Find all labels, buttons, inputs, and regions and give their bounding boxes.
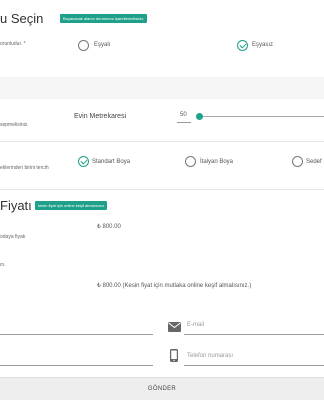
- radio-standard-paint-label[interactable]: Standart Boya: [92, 159, 130, 165]
- divider-1: [0, 141, 324, 142]
- radio-pearl-paint[interactable]: [292, 156, 303, 167]
- section-title-state: u Seçin: [0, 11, 44, 26]
- radio-standard-paint[interactable]: [78, 156, 89, 167]
- price-badge: kesin fiyat için online keşif almalısını…: [35, 201, 108, 210]
- radio-unfurnished-label[interactable]: Eşyasız: [252, 42, 273, 48]
- name-field-underline[interactable]: [0, 334, 153, 335]
- address-field-underline[interactable]: [0, 365, 153, 366]
- price-line1-value: ₺ 800.00: [97, 224, 121, 230]
- price-line1-hint: odaya fiyatı: [0, 234, 26, 240]
- price-line2-value: ₺ 800.00 (Kesin fiyat için mutlaka onlin…: [97, 283, 252, 289]
- phone-field-underline[interactable]: [184, 365, 324, 366]
- radio-furnished[interactable]: [78, 40, 89, 51]
- radio-pearl-paint-label[interactable]: Sedef: [306, 159, 322, 165]
- area-slider-handle[interactable]: [196, 113, 203, 120]
- phone-icon: [170, 349, 178, 362]
- radio-italian-paint-label[interactable]: İtalyan Boya: [200, 159, 233, 165]
- price-title: Fiyatı: [0, 198, 32, 213]
- radio-furnished-label[interactable]: Eşyalı: [94, 42, 110, 48]
- radio-unfurnished[interactable]: [237, 40, 248, 51]
- area-value: 50: [180, 112, 187, 118]
- area-value-underline: [177, 122, 191, 123]
- area-hint: sepmelisiniz.: [0, 122, 29, 128]
- area-slider-track[interactable]: [200, 116, 324, 117]
- area-label: Evin Metrekaresi: [74, 113, 127, 120]
- envelope-icon: [168, 319, 181, 332]
- phone-input[interactable]: Telefon numarası: [187, 353, 233, 359]
- paint-hint: eklerinden birini tercih: [0, 165, 49, 171]
- email-field-underline[interactable]: [184, 334, 324, 335]
- state-badge: Boyanacak alanın durumunu işaretlemelisi…: [60, 14, 148, 23]
- email-input[interactable]: E-mail: [187, 322, 204, 328]
- divider-2: [0, 189, 324, 190]
- section-divider-band: [0, 77, 324, 99]
- price-line2-hint: ın.: [0, 262, 6, 268]
- radio-italian-paint[interactable]: [185, 156, 196, 167]
- submit-button[interactable]: GÖNDER: [0, 377, 324, 400]
- state-question: orunludur. *: [0, 41, 26, 47]
